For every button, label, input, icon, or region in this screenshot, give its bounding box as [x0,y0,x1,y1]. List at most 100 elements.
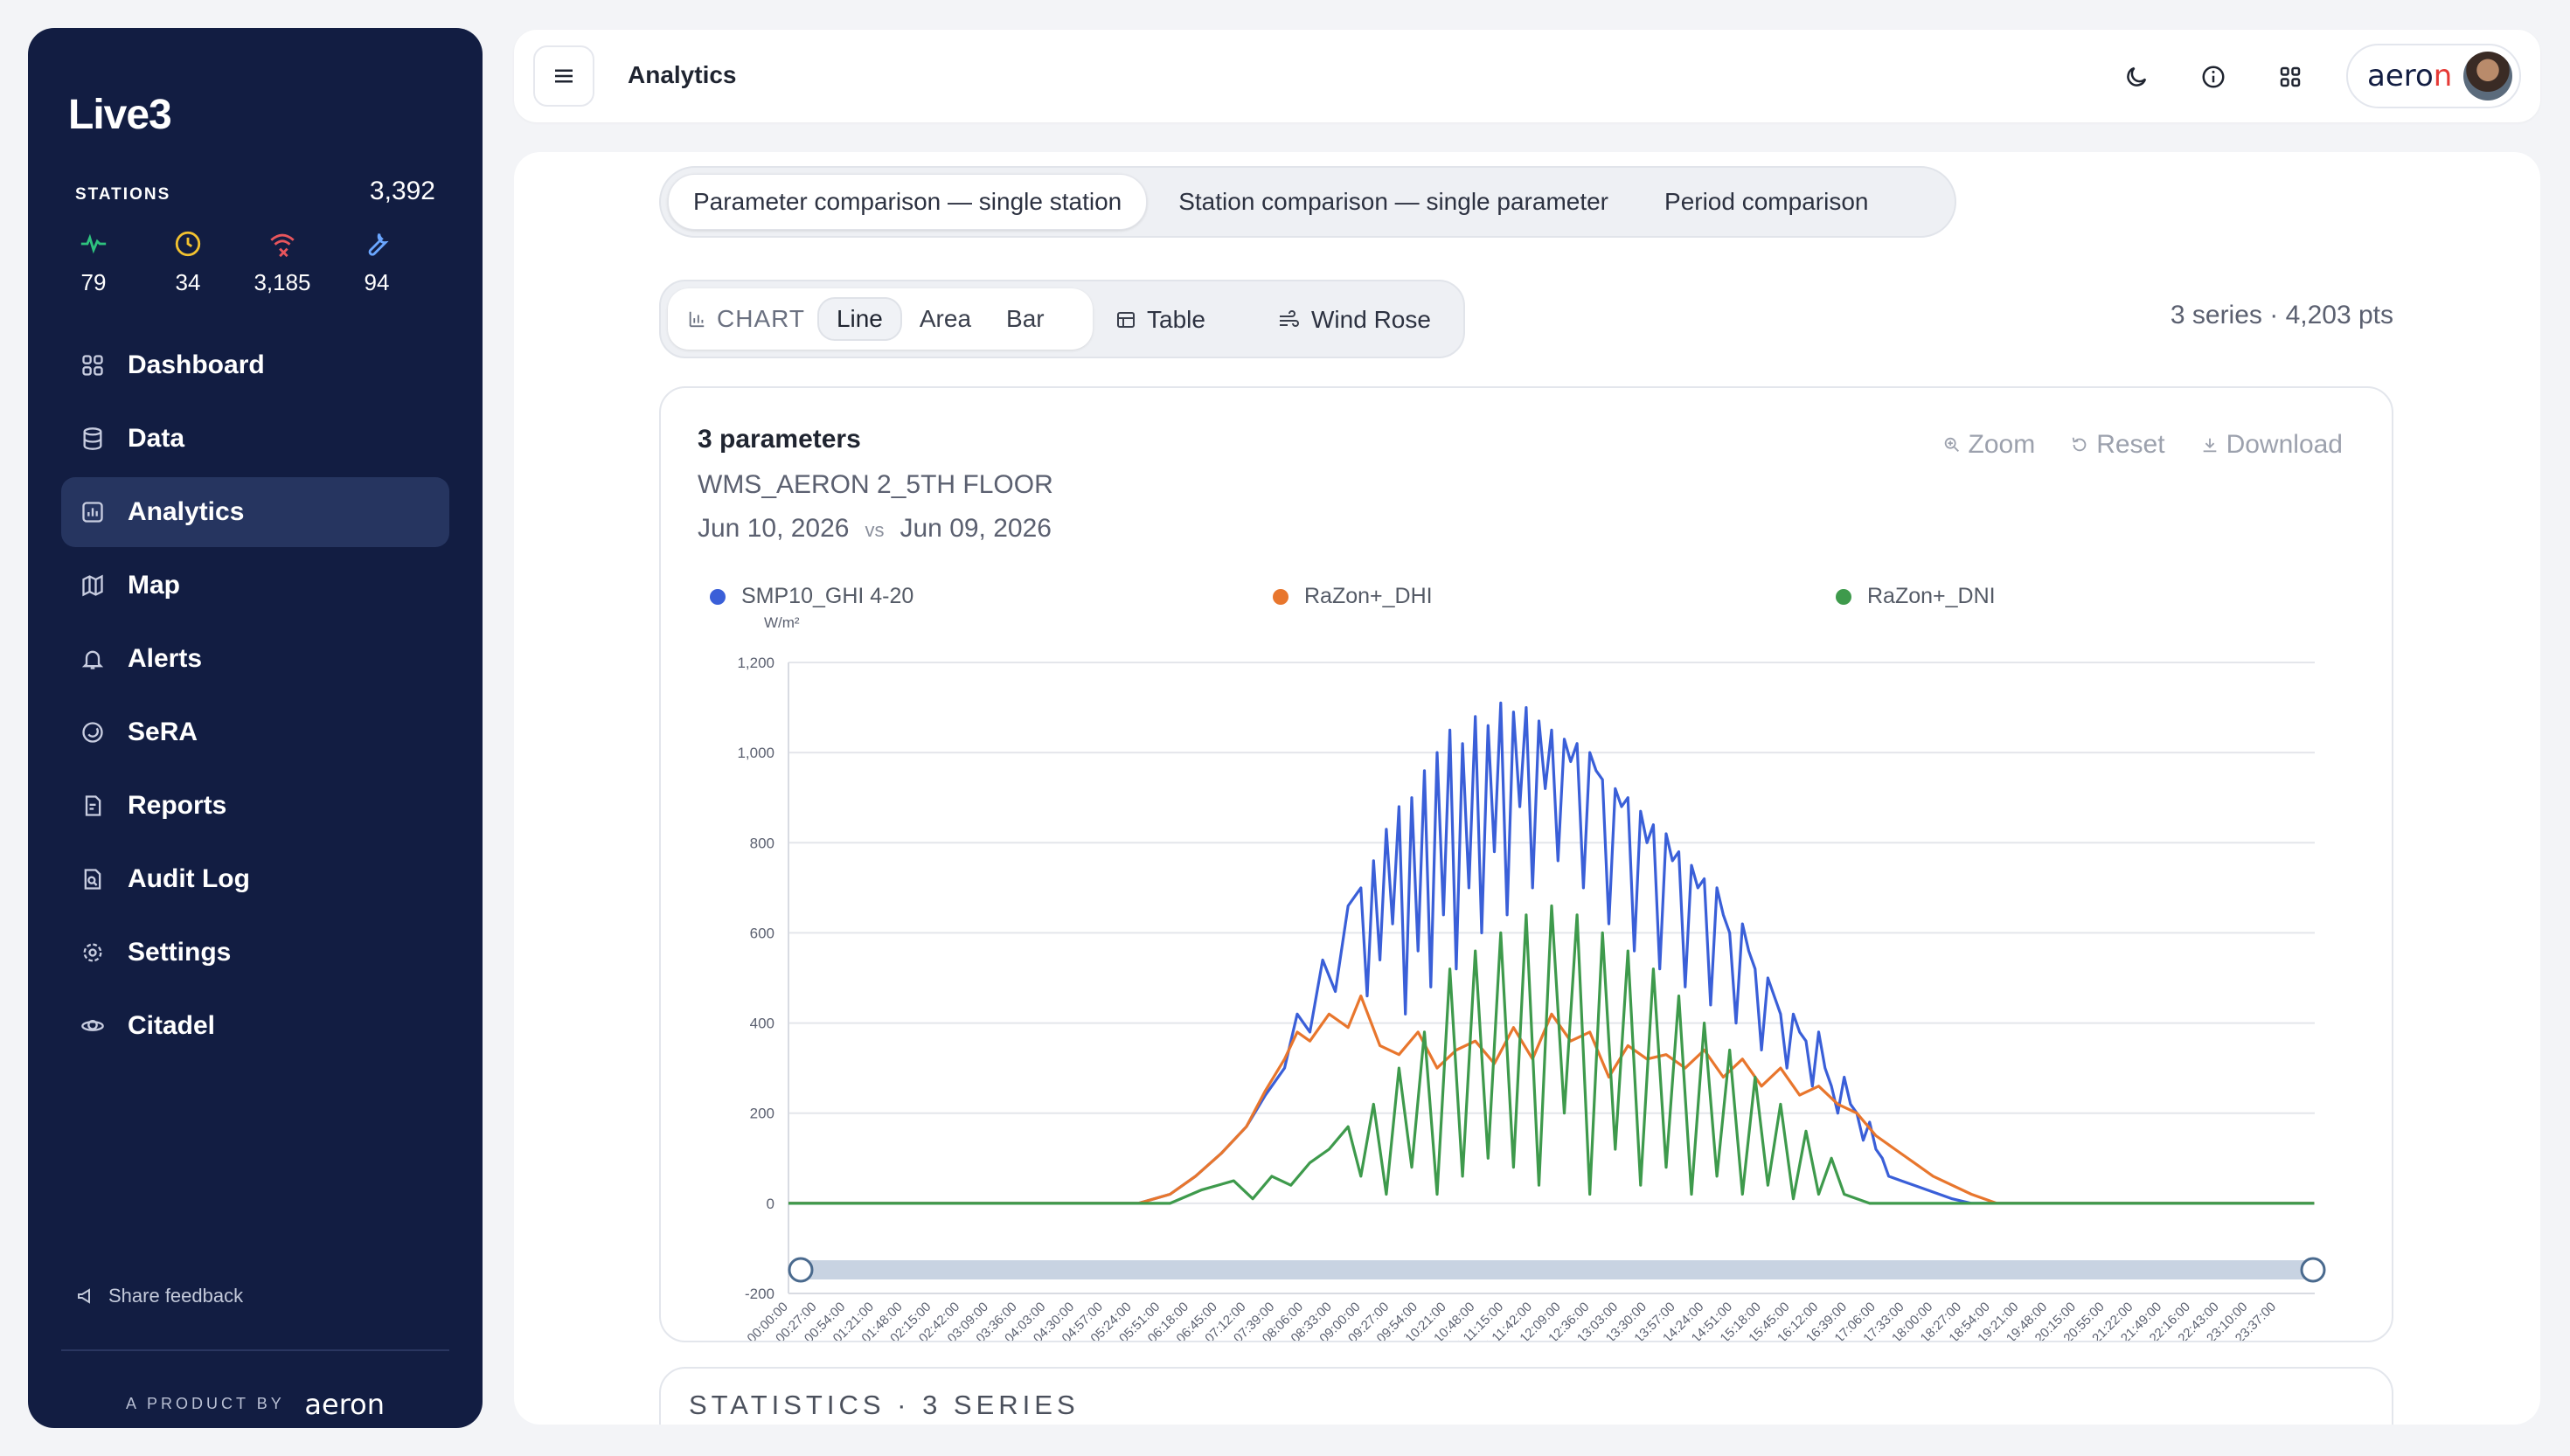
audit-icon [79,865,107,893]
slider-track [801,1260,2313,1279]
top-bar: Analytics aeron [514,30,2540,122]
y-tick-label: 600 [750,925,774,941]
sidebar-item-label: Dashboard [128,350,265,379]
sidebar-nav: Dashboard Data Analytics Map Alerts SeRA… [61,330,449,1064]
avatar[interactable] [2463,52,2512,101]
series-line-1 [788,701,2315,1205]
statistics-title: STATISTICS · 3 SERIES [689,1390,1080,1420]
product-by: A PRODUCT BY aeron [28,1388,483,1421]
sidebar-item-label: Data [128,424,185,453]
y-tick-label: 800 [750,835,774,851]
y-tick-label: 1,200 [737,655,774,671]
table-view-tab[interactable]: Table [1115,299,1205,341]
chart-type-line[interactable]: Line [816,297,902,341]
sidebar-item-analytics[interactable]: Analytics [61,477,449,547]
sidebar-item-label: Analytics [128,497,245,526]
wind-icon [1280,310,1299,327]
series-line-3 [788,904,2315,1205]
y-tick-label: 400 [750,1016,774,1032]
stat-offline[interactable]: 3,185 [234,229,330,296]
stat-online[interactable]: 79 [45,229,142,296]
app-logo[interactable]: Live3 [68,91,172,139]
irradiance-chart: 1,200 1,000 800 600 400 200 0 -200 W/m² 10 Jun … [704,614,2326,1341]
main-panel: Parameter comparison — single station St… [514,152,2540,1425]
x-axis-ticks: 10 Jun at 00:00:0010 Jun at 00:27:0010 J… [704,1300,2279,1341]
sidebar-item-reports[interactable]: Reports [61,771,449,841]
bell-icon [79,645,107,673]
stat-offline-value: 3,185 [254,269,311,295]
citadel-icon [79,1012,107,1040]
slider-handle-end[interactable] [2300,1257,2326,1283]
sidebar-item-alerts[interactable]: Alerts [61,624,449,694]
tab-parameter-comparison[interactable]: Parameter comparison — single station [668,174,1148,230]
stat-maintenance[interactable]: 94 [329,229,425,296]
wifi-off-icon [270,233,295,258]
sidebar-item-sera[interactable]: SeRA [61,697,449,767]
aeron-logo: aeron [2367,59,2452,94]
moon-icon [2127,66,2147,87]
menu-button[interactable] [533,45,594,107]
database-icon [79,425,107,453]
chart-type-bar[interactable]: Bar [989,297,1062,341]
series-line-2 [788,994,2315,1205]
info-icon [2202,66,2225,88]
stat-delayed[interactable]: 34 [140,229,236,296]
share-feedback-link[interactable]: Share feedback [75,1285,243,1307]
sidebar-item-label: Settings [128,938,232,967]
y-tick-label: -200 [745,1286,774,1302]
tab-period-comparison[interactable]: Period comparison [1640,175,1893,229]
sera-icon [79,718,107,746]
table-icon [1117,312,1135,328]
page-title: Analytics [628,61,737,88]
map-icon [79,572,107,600]
stations-total: 3,392 [369,177,435,205]
sidebar-item-dashboard[interactable]: Dashboard [61,330,449,400]
chart-type-area[interactable]: Area [902,297,989,341]
y-axis-label: W/m² [764,614,800,631]
sidebar-item-label: SeRA [128,718,198,746]
chart-view-tab[interactable]: CHART [687,305,805,333]
pulse-icon [80,233,107,254]
y-tick-label: 1,000 [737,745,774,761]
info-button[interactable] [2196,59,2231,94]
apps-grid-icon [2280,66,2301,87]
y-axis-ticks: 1,200 1,000 800 600 400 200 0 -200 [737,655,774,1302]
sidebar-item-label: Alerts [128,644,203,673]
aeron-brand: aeron [304,1388,385,1421]
clock-icon [175,231,201,257]
wrench-icon [368,233,389,256]
bar-chart-icon [689,311,705,328]
stat-delayed-value: 34 [175,269,201,295]
sidebar: Live3 STATIONS 3,392 79 34 3,185 94 Dash… [28,28,483,1428]
tab-station-comparison[interactable]: Station comparison — single parameter [1154,175,1633,229]
sidebar-item-data[interactable]: Data [61,404,449,474]
chart-type-group: CHART Line Area Bar [668,288,1093,350]
table-view-label: Table [1147,306,1205,333]
brand-accent: n [2433,59,2453,94]
range-slider[interactable] [788,1257,2326,1283]
sidebar-divider [61,1349,449,1351]
y-tick-label: 0 [767,1196,774,1212]
account-menu[interactable]: aeron [2346,44,2521,108]
sidebar-item-settings[interactable]: Settings [61,918,449,988]
stat-maintenance-value: 94 [364,269,390,295]
sidebar-item-audit-log[interactable]: Audit Log [61,844,449,914]
apps-button[interactable] [2273,59,2308,94]
brand-text: aero [2367,59,2434,94]
sidebar-item-citadel[interactable]: Citadel [61,991,449,1061]
hamburger-icon [555,69,573,83]
sidebar-item-label: Reports [128,791,227,820]
view-tabs: CHART Line Area Bar Table Wind Rose [659,280,1465,358]
product-by-label: A PRODUCT BY [126,1394,285,1412]
theme-toggle-button[interactable] [2119,59,2154,94]
chart-series [788,701,2315,1205]
sidebar-item-map[interactable]: Map [61,551,449,621]
sidebar-item-label: Map [128,571,180,600]
slider-handle-start[interactable] [788,1257,814,1283]
megaphone-icon [78,1288,90,1304]
wind-rose-view-tab[interactable]: Wind Rose [1278,299,1431,341]
report-icon [79,792,107,820]
comparison-mode-tabs: Parameter comparison — single station St… [659,166,1956,238]
sidebar-item-label: Audit Log [128,864,250,893]
analytics-icon [79,498,107,526]
